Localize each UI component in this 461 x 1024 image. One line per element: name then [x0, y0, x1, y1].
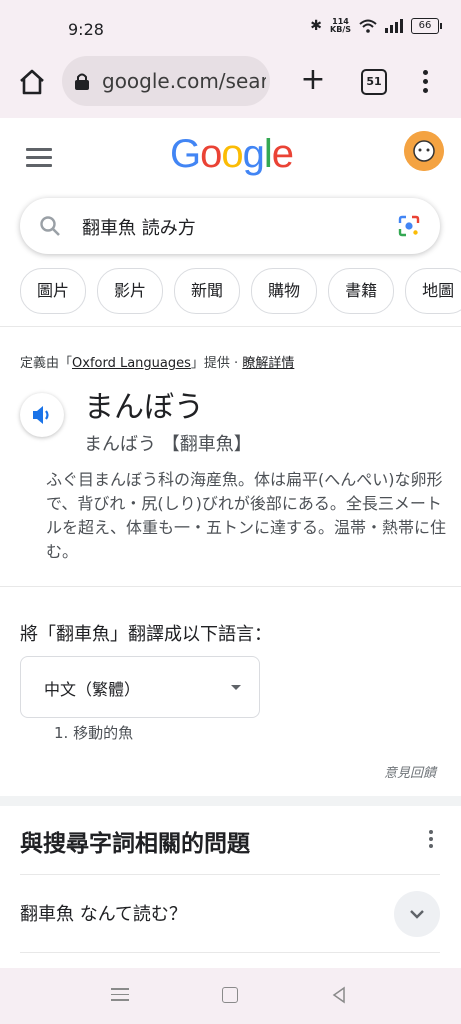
search-box[interactable]: 翻車魚 読み方 [20, 198, 440, 254]
browser-toolbar: google.com/search + 51 [0, 52, 461, 112]
chevron-down-icon [410, 910, 424, 919]
expand-question-button[interactable] [394, 891, 440, 937]
google-lens-icon[interactable] [397, 214, 421, 238]
feedback-link[interactable]: 意見回饋 [384, 762, 436, 781]
dictionary-definition: ふぐ目まんぼう科の海産魚。体は扁平(へんぺい)な卵形で、背びれ・尻(しり)びれが… [46, 470, 447, 561]
tab-switcher-button[interactable]: 51 [361, 69, 387, 95]
recents-icon[interactable] [111, 988, 129, 1002]
system-navigation-bar [0, 968, 461, 1024]
pronounce-button[interactable] [20, 393, 64, 437]
search-icon [40, 216, 60, 236]
home-icon[interactable] [14, 64, 50, 100]
dictionary-source: 定義由「Oxford Languages」提供 · 瞭解詳情 [20, 356, 295, 371]
google-header: Google [0, 118, 461, 198]
language-select-value: 中文（繁體） [44, 680, 141, 699]
google-logo[interactable]: Google [170, 132, 294, 177]
address-bar[interactable]: google.com/search [62, 56, 270, 106]
chip-books[interactable]: 書籍 [328, 268, 395, 314]
chip-maps[interactable]: 地圖 [405, 268, 461, 314]
status-bar: 9:28 ✱ 114 KB/S 66 [0, 0, 461, 52]
url-text: google.com/search [102, 69, 266, 93]
chip-videos[interactable]: 影片 [97, 268, 164, 314]
learn-more-link[interactable]: 瞭解詳情 [242, 356, 294, 371]
back-icon[interactable] [330, 986, 348, 1004]
related-questions-title: 與搜尋字詞相關的問題 [20, 831, 250, 857]
section-separator [0, 796, 461, 806]
divider [0, 326, 461, 327]
filter-chips: 圖片 影片 新聞 購物 書籍 地圖 [20, 268, 461, 314]
home-nav-icon[interactable] [222, 987, 238, 1003]
signal-icon [385, 19, 403, 33]
battery-icon: 66 [411, 18, 442, 34]
network-speed: 114 KB/S [330, 17, 351, 34]
translation-result: 1. 移動的魚 [54, 724, 134, 742]
divider [20, 874, 440, 875]
related-question[interactable]: 翻車魚 なんて読む？ [20, 900, 187, 926]
chip-news[interactable]: 新聞 [174, 268, 241, 314]
wifi-icon [359, 19, 377, 33]
divider [0, 586, 461, 587]
bluetooth-icon: ✱ [310, 18, 323, 34]
divider [20, 952, 440, 953]
chip-images[interactable]: 圖片 [20, 268, 87, 314]
browser-menu-icon[interactable] [415, 67, 435, 97]
language-select[interactable]: 中文（繁體） [20, 656, 260, 718]
hamburger-menu-icon[interactable] [26, 148, 52, 168]
speaker-icon [33, 406, 49, 424]
dictionary-headword: まんぼう [84, 390, 204, 425]
lock-icon [75, 73, 89, 90]
source-link[interactable]: Oxford Languages [72, 356, 191, 371]
new-tab-button[interactable]: + [296, 64, 330, 98]
dictionary-reading: まんばう 【翻車魚】 [84, 434, 252, 455]
more-options-icon[interactable] [426, 830, 436, 852]
account-avatar[interactable] [404, 131, 444, 171]
chip-shopping[interactable]: 購物 [251, 268, 318, 314]
search-input[interactable]: 翻車魚 読み方 [82, 214, 196, 240]
dropdown-arrow-icon [231, 685, 241, 690]
browser-chrome: 9:28 ✱ 114 KB/S 66 google.com/sear + 51 [0, 0, 461, 118]
translation-title: 將「翻車魚」翻譯成以下語言： [20, 624, 272, 645]
clock: 9:28 [68, 20, 104, 39]
